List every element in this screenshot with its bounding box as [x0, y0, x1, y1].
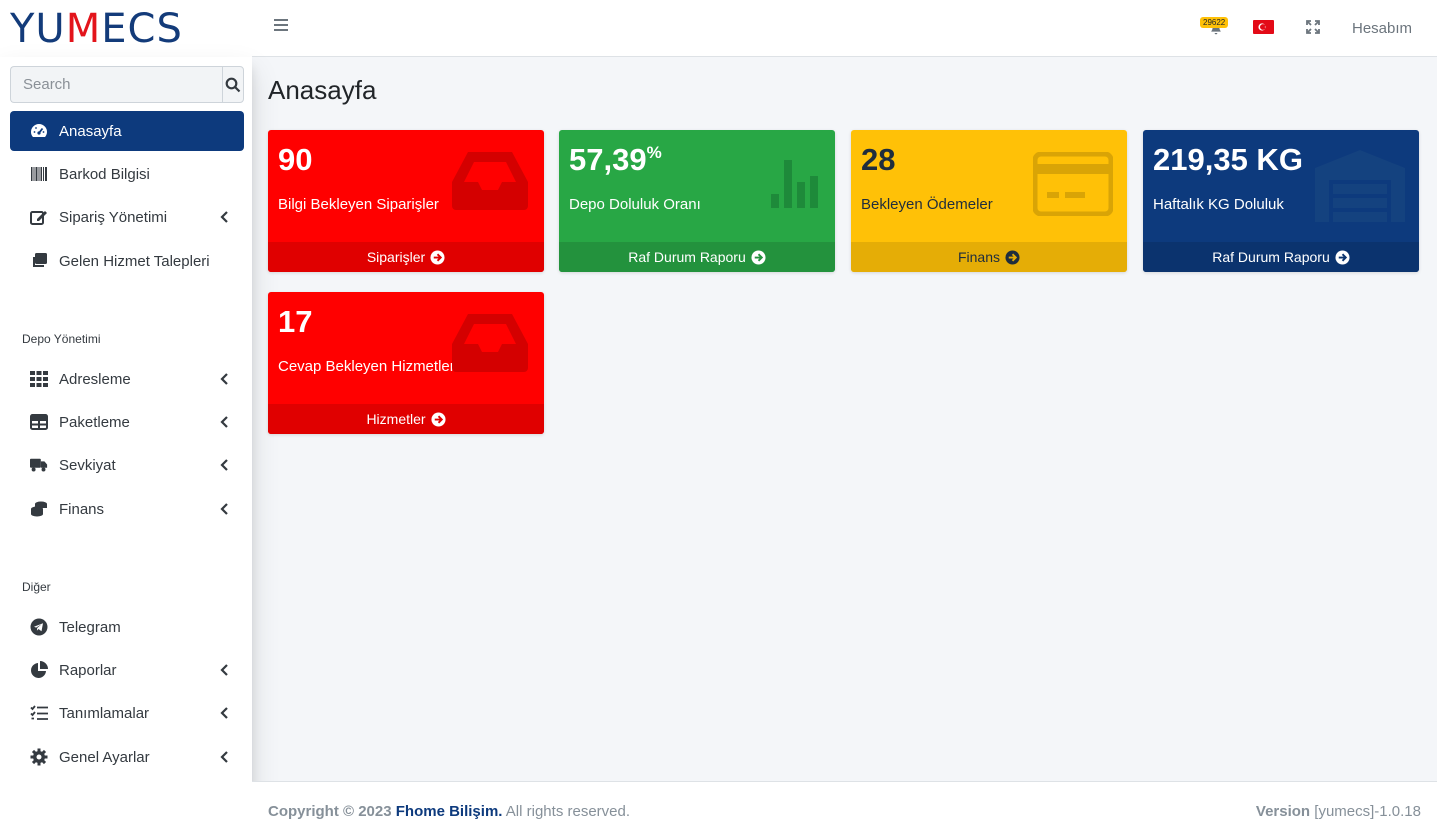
chevron-left-icon [220, 751, 228, 763]
chevron-left-icon [220, 503, 228, 515]
sidebar-item-label: Anasayfa [59, 122, 122, 140]
sidebar-item-label: Sipariş Yönetimi [59, 208, 168, 226]
page-footer: Copyright © 2023 Fhome Bilişim. All righ… [252, 781, 1437, 839]
card-haftalik-kg-doluluk: 219,35 KG Haftalık KG Doluluk Raf Durum … [1143, 130, 1419, 272]
arrow-circle-right-icon [430, 249, 445, 265]
sidebar-item-paketleme[interactable]: Paketleme [10, 402, 244, 442]
edit-icon [30, 208, 48, 226]
brand-logo[interactable]: YUMECS [0, 0, 252, 57]
warehouse-icon [1315, 150, 1405, 222]
grid-icon [30, 370, 48, 388]
credit-card-icon [1033, 152, 1113, 216]
table-icon [30, 413, 48, 431]
sidebar-item-barkod-bilgisi[interactable]: Barkod Bilgisi [10, 154, 244, 194]
page-title: Anasayfa [268, 75, 377, 105]
card-value: 57,39% [569, 142, 662, 177]
company-link[interactable]: Fhome Bilişim. [396, 803, 503, 820]
telegram-icon [30, 618, 48, 636]
sidebar-item-label: Raporlar [59, 661, 117, 679]
menu-toggle-icon[interactable] [274, 19, 288, 33]
sidebar-item-telegram[interactable]: Telegram [10, 607, 244, 647]
fullscreen-icon[interactable] [1306, 20, 1320, 34]
card-footer-link[interactable]: Finans [851, 242, 1127, 272]
sidebar-item-label: Gelen Hizmet Talepleri [59, 252, 210, 270]
card-footer-link[interactable]: Hizmetler [268, 404, 544, 434]
arrow-circle-right-icon [751, 249, 766, 265]
bar-chart-icon [771, 160, 818, 208]
tachometer-icon [30, 122, 48, 140]
truck-icon [30, 456, 48, 474]
card-value: 90 [278, 142, 313, 177]
sidebar-section-header: Diğer [22, 580, 51, 594]
chevron-left-icon [220, 373, 228, 385]
search-icon [225, 77, 241, 92]
sidebar-search [10, 66, 244, 103]
inbox-icon [452, 314, 528, 372]
card-value: 219,35 KG [1153, 142, 1303, 177]
card-cevap-bekleyen-hizmetler: 17 Cevap Bekleyen Hizmetler Hizmetler [268, 292, 544, 434]
sidebar-item-label: Genel Ayarlar [59, 748, 150, 766]
card-bekleyen-odemeler: 28 Bekleyen Ödemeler Finans [851, 130, 1127, 272]
card-label: Haftalık KG Doluluk [1153, 196, 1284, 213]
sidebar-item-genel-ayarlar[interactable]: Genel Ayarlar [10, 737, 244, 777]
search-button[interactable] [222, 66, 244, 103]
gear-icon [30, 748, 48, 766]
sidebar-item-label: Telegram [59, 618, 121, 636]
footer-version: Version [yumecs]-1.0.18 [1255, 803, 1421, 820]
chart-pie-icon [30, 661, 48, 679]
sidebar-item-label: Adresleme [59, 370, 131, 388]
sidebar-item-label: Barkod Bilgisi [59, 165, 150, 183]
tasks-icon [30, 704, 48, 722]
card-label: Depo Doluluk Oranı [569, 196, 701, 213]
sidebar-item-adresleme[interactable]: Adresleme [10, 359, 244, 399]
card-depo-doluluk-orani: 57,39% Depo Doluluk Oranı Raf Durum Rapo… [559, 130, 835, 272]
card-label: Cevap Bekleyen Hizmetler [278, 358, 455, 375]
card-label: Bekleyen Ödemeler [861, 196, 993, 213]
sidebar-item-siparis-yonetimi[interactable]: Sipariş Yönetimi [10, 197, 244, 237]
chevron-left-icon [220, 416, 228, 428]
top-navbar: 29622 Hesabım [252, 0, 1437, 57]
arrow-circle-right-icon [1005, 249, 1020, 265]
sidebar-item-label: Sevkiyat [59, 456, 116, 474]
sidebar-item-tanimlamalar[interactable]: Tanımlamalar [10, 693, 244, 733]
clone-icon [30, 252, 48, 270]
sidebar-section-header: Depo Yönetimi [22, 332, 101, 346]
card-footer-link[interactable]: Raf Durum Raporu [559, 242, 835, 272]
card-label: Bilgi Bekleyen Siparişler [278, 196, 439, 213]
sidebar-item-raporlar[interactable]: Raporlar [10, 650, 244, 690]
logo-text: YUMECS [10, 5, 183, 52]
sidebar-item-label: Tanımlamalar [59, 704, 150, 722]
sidebar-item-finans[interactable]: Finans [10, 489, 244, 529]
chevron-left-icon [220, 707, 228, 719]
sidebar-item-label: Paketleme [59, 413, 130, 431]
coins-icon [30, 500, 48, 518]
footer-copyright: Copyright © 2023 Fhome Bilişim. All righ… [268, 803, 631, 820]
inbox-icon [452, 152, 528, 210]
card-value: 28 [861, 142, 896, 177]
notification-badge: 29622 [1200, 17, 1229, 28]
account-menu[interactable]: Hesabım [1352, 20, 1412, 37]
arrow-circle-right-icon [1335, 249, 1350, 265]
chevron-left-icon [220, 459, 228, 471]
card-footer-link[interactable]: Raf Durum Raporu [1143, 242, 1419, 272]
barcode-icon [30, 165, 48, 183]
card-value: 17 [278, 304, 313, 339]
card-bilgi-bekleyen-siparisler: 90 Bilgi Bekleyen Siparişler Siparişler [268, 130, 544, 272]
sidebar-item-sevkiyat[interactable]: Sevkiyat [10, 445, 244, 485]
search-input[interactable] [10, 66, 222, 103]
card-footer-link[interactable]: Siparişler [268, 242, 544, 272]
turkey-flag-icon[interactable] [1253, 20, 1274, 34]
arrow-circle-right-icon [431, 411, 446, 427]
sidebar-item-label: Finans [59, 500, 105, 518]
sidebar: Anasayfa Barkod Bilgisi Sipariş Yönetimi… [0, 57, 252, 839]
chevron-left-icon [220, 664, 228, 676]
sidebar-item-gelen-hizmet-talepleri[interactable]: Gelen Hizmet Talepleri [10, 241, 244, 281]
sidebar-item-anasayfa[interactable]: Anasayfa [10, 111, 244, 151]
chevron-left-icon [220, 211, 228, 223]
